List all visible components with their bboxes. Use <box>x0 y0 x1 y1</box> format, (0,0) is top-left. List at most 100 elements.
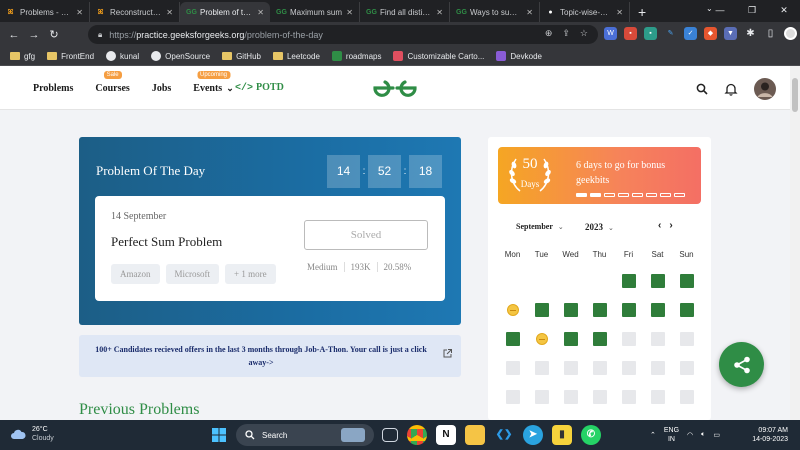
scrollbar-thumb[interactable] <box>792 78 798 112</box>
browser-tab[interactable]: GGProblem of the Day ✕ <box>180 2 270 22</box>
more-tags-chip[interactable]: + 1 more <box>225 264 276 284</box>
bookmark-item[interactable]: GitHub <box>222 52 261 61</box>
unsolved-day-cell[interactable] <box>592 390 607 404</box>
bookmark-item[interactable]: Leetcode <box>272 52 320 61</box>
taskbar-search[interactable]: Search <box>236 424 374 446</box>
forward-icon[interactable]: → <box>24 29 44 41</box>
unsolved-day-cell[interactable] <box>679 361 694 375</box>
gfg-logo-icon[interactable] <box>371 77 419 99</box>
bookmark-star-icon[interactable]: ☆ <box>580 28 588 39</box>
weather-widget[interactable]: 26°C Cloudy <box>10 425 54 443</box>
solved-day-cell[interactable] <box>650 303 665 317</box>
unsolved-day-cell[interactable] <box>505 390 520 404</box>
unsolved-day-cell[interactable] <box>505 361 520 375</box>
chevron-up-icon[interactable]: ⌃ <box>650 431 656 439</box>
extension-icon[interactable]: ▪ <box>624 27 637 40</box>
close-tab-icon[interactable]: ✕ <box>166 8 173 17</box>
browser-tab[interactable]: ꕤ Reconstruct Itinerary ✕ <box>90 2 180 22</box>
solved-button[interactable]: Solved <box>304 220 428 250</box>
potd-link[interactable]: </> POTD <box>235 82 284 94</box>
unsolved-day-cell[interactable] <box>650 390 665 404</box>
close-tab-icon[interactable]: ✕ <box>76 8 83 17</box>
unsolved-day-cell[interactable] <box>534 361 549 375</box>
unsolved-day-cell[interactable] <box>563 390 578 404</box>
unsolved-day-cell[interactable] <box>621 390 636 404</box>
telegram-app-icon[interactable]: ➤ <box>523 425 543 445</box>
wifi-icon[interactable]: ◠ <box>687 431 693 439</box>
bookmark-item[interactable]: roadmaps <box>331 51 381 61</box>
notion-app-icon[interactable]: N <box>436 425 456 445</box>
solved-day-cell[interactable] <box>592 332 607 346</box>
unsolved-day-cell[interactable] <box>621 332 636 346</box>
user-avatar[interactable] <box>754 78 776 100</box>
unsolved-day-cell[interactable] <box>534 390 549 404</box>
unsolved-day-cell[interactable] <box>679 332 694 346</box>
nav-courses[interactable]: Sale Courses <box>95 70 130 94</box>
vscode-app-icon[interactable]: ❮❯ <box>494 425 514 445</box>
solved-day-cell[interactable] <box>563 303 578 317</box>
maximize-icon[interactable]: ❐ <box>736 0 768 22</box>
browser-tab[interactable]: ● Topic-wise-practice ✕ <box>540 2 630 22</box>
solved-day-cell[interactable] <box>679 274 694 288</box>
job-a-thon-banner[interactable]: 100+ Candidates recieved offers in the l… <box>79 335 461 377</box>
battery-icon[interactable]: ▭ <box>713 431 720 439</box>
browser-tab[interactable]: GG Maximum sum ✕ <box>270 2 360 22</box>
chevron-right-icon[interactable]: › <box>669 220 672 231</box>
solved-day-cell[interactable] <box>679 303 694 317</box>
bookmark-item[interactable]: gfg <box>10 52 35 61</box>
extension-icon[interactable]: ◆ <box>704 27 717 40</box>
problem-name[interactable]: Perfect Sum Problem <box>111 234 222 250</box>
extension-icon[interactable]: ✓ <box>684 27 697 40</box>
profile-avatar-icon[interactable] <box>784 27 797 40</box>
pen-extension-icon[interactable]: ✎ <box>664 27 677 40</box>
sticky-notes-icon[interactable]: ▮ <box>552 425 572 445</box>
extension-icon[interactable]: ▪ <box>644 27 657 40</box>
volume-icon[interactable]: 🔈︎ <box>701 431 705 439</box>
minimize-icon[interactable]: — <box>704 0 736 22</box>
bookmark-item[interactable]: kunal <box>106 51 139 61</box>
share-page-icon[interactable]: ⇪ <box>562 28 570 39</box>
language-indicator[interactable]: ENG IN <box>664 426 679 444</box>
solved-day-cell[interactable] <box>592 303 607 317</box>
new-tab-icon[interactable]: + <box>630 2 654 22</box>
unsolved-day-cell[interactable] <box>650 361 665 375</box>
external-link-icon[interactable] <box>442 348 453 359</box>
solved-day-cell[interactable] <box>563 332 578 346</box>
month-select[interactable]: September ⌄ <box>516 222 564 231</box>
search-icon[interactable] <box>696 83 708 95</box>
bell-icon[interactable] <box>724 82 738 96</box>
unsolved-day-cell[interactable] <box>621 361 636 375</box>
unsolved-day-cell[interactable] <box>650 332 665 346</box>
close-tab-icon[interactable]: ✕ <box>526 8 533 17</box>
whatsapp-app-icon[interactable]: ✆ <box>581 425 601 445</box>
sidebar-icon[interactable]: ▯ <box>764 27 777 40</box>
close-window-icon[interactable]: ✕ <box>768 0 800 22</box>
bookmark-item[interactable]: Customizable Carto... <box>393 51 484 61</box>
file-explorer-icon[interactable] <box>465 425 485 445</box>
nav-events[interactable]: Upcoming Events ⌄ <box>193 70 234 94</box>
zoom-icon[interactable]: ⊕ <box>545 28 553 39</box>
windows-start-icon[interactable] <box>212 428 226 442</box>
bookmark-item[interactable]: Devkode <box>496 51 542 61</box>
back-icon[interactable]: ← <box>4 29 24 41</box>
solved-day-cell[interactable] <box>505 332 520 346</box>
task-view-icon[interactable] <box>382 428 398 442</box>
address-bar[interactable]: 🔒︎ https://practice.geeksforgeeks.org/pr… <box>88 25 598 44</box>
close-tab-icon[interactable]: ✕ <box>436 8 443 17</box>
close-tab-icon[interactable]: ✕ <box>616 8 623 17</box>
browser-tab[interactable]: ꕤ Problems - Leetcode ✕ <box>0 2 90 22</box>
browser-tab[interactable]: GG Find all distinct ✕ <box>360 2 450 22</box>
browser-tab[interactable]: GGWays to sum to N ✕ <box>450 2 540 22</box>
lock-icon[interactable]: 🔒︎ <box>98 30 102 40</box>
solved-day-cell[interactable] <box>534 303 549 317</box>
chevron-left-icon[interactable]: ‹ <box>658 220 661 231</box>
chrome-app-icon[interactable] <box>407 425 427 445</box>
extension-icon[interactable]: ▼ <box>724 27 737 40</box>
share-button[interactable] <box>719 342 764 387</box>
solved-day-cell[interactable] <box>621 303 636 317</box>
tag-chip[interactable]: Microsoft <box>165 264 219 284</box>
solved-day-cell[interactable] <box>650 274 665 288</box>
extension-icon[interactable]: W <box>604 27 617 40</box>
puzzle-icon[interactable]: ✱ <box>744 27 757 40</box>
unsolved-day-cell[interactable] <box>592 361 607 375</box>
